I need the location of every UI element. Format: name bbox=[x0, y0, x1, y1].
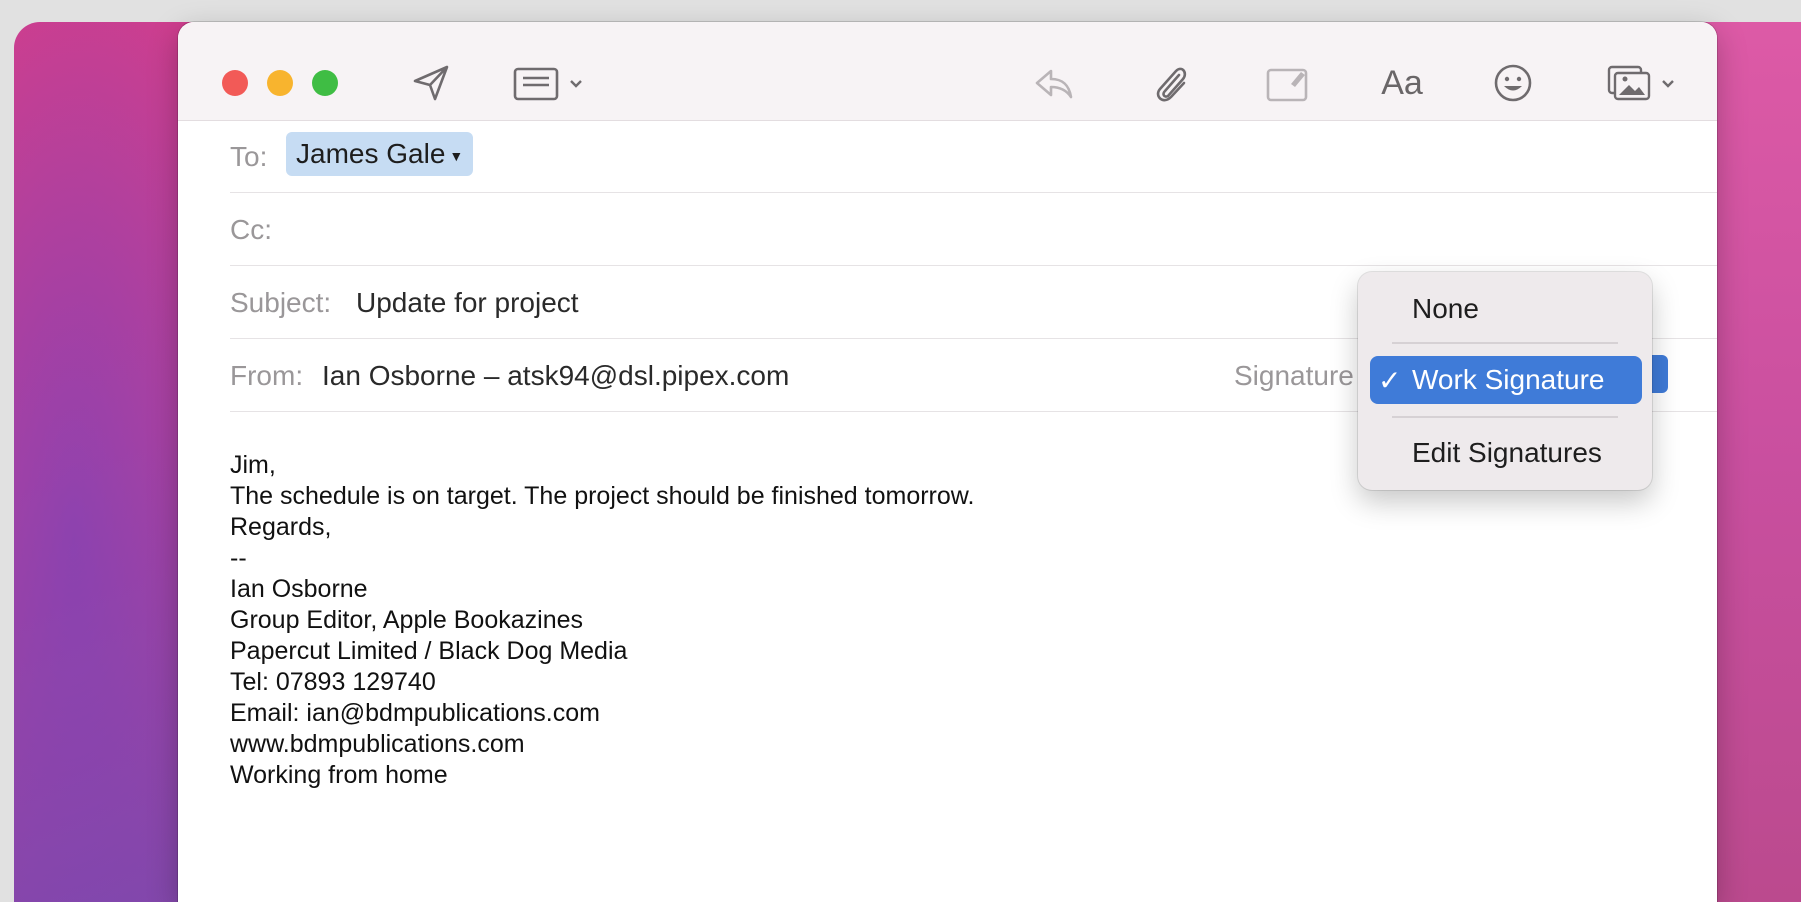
signature-popup-button[interactable] bbox=[1652, 355, 1668, 393]
to-label: To: bbox=[230, 141, 268, 172]
subject-label: Subject: bbox=[230, 287, 332, 318]
menu-item-label: None bbox=[1412, 293, 1479, 324]
signature-menu: None ✓ Work Signature Edit Signatures bbox=[1358, 272, 1652, 490]
attachment-icon[interactable] bbox=[1146, 60, 1196, 106]
message-body[interactable]: Jim, The schedule is on target. The proj… bbox=[230, 450, 1430, 791]
menu-item-work-signature[interactable]: ✓ Work Signature bbox=[1370, 356, 1642, 404]
format-icon[interactable]: Aa bbox=[1374, 60, 1430, 106]
reply-icon[interactable] bbox=[1028, 60, 1078, 106]
body-line: Tel: 07893 129740 bbox=[230, 668, 436, 696]
zoom-button[interactable] bbox=[312, 70, 338, 96]
emoji-icon[interactable] bbox=[1490, 60, 1536, 106]
toolbar: Aa bbox=[178, 22, 1717, 121]
minimize-button[interactable] bbox=[267, 70, 293, 96]
subject-value[interactable]: Update for project bbox=[356, 287, 579, 319]
checkmark-icon: ✓ bbox=[1378, 365, 1402, 396]
menu-item-none[interactable]: None bbox=[1358, 286, 1652, 330]
menu-separator bbox=[1392, 416, 1618, 418]
body-line: Jim, bbox=[230, 451, 276, 479]
cc-field-row[interactable]: Cc: bbox=[230, 193, 1717, 266]
menu-item-edit-signatures[interactable]: Edit Signatures bbox=[1358, 430, 1652, 474]
send-icon[interactable] bbox=[408, 60, 454, 106]
body-line: Ian Osborne bbox=[230, 575, 368, 603]
menu-separator bbox=[1392, 342, 1618, 344]
body-line: Working from home bbox=[230, 761, 448, 789]
body-line: The schedule is on target. The project s… bbox=[230, 482, 975, 510]
cc-label: Cc: bbox=[230, 214, 272, 245]
body-line: Group Editor, Apple Bookazines bbox=[230, 606, 584, 634]
close-button[interactable] bbox=[222, 70, 248, 96]
to-field-row: To: James Gale ▼ bbox=[230, 120, 1717, 193]
recipient-token[interactable]: James Gale ▼ bbox=[286, 132, 474, 176]
body-line: Email: ian@bdmpublications.com bbox=[230, 699, 600, 727]
from-label: From: bbox=[230, 360, 304, 391]
body-line: Papercut Limited / Black Dog Media bbox=[230, 637, 628, 665]
from-value[interactable]: Ian Osborne – atsk94@dsl.pipex.com bbox=[322, 360, 789, 392]
body-line: -- bbox=[230, 544, 247, 572]
menu-item-label: Work Signature bbox=[1412, 364, 1605, 395]
photo-browser-icon[interactable] bbox=[1606, 60, 1686, 106]
menu-item-label: Edit Signatures bbox=[1412, 437, 1602, 468]
body-line: Regards, bbox=[230, 513, 332, 541]
chevron-down-icon: ▼ bbox=[449, 148, 464, 164]
format-label: Aa bbox=[1381, 63, 1423, 102]
signature-label: Signature bbox=[1234, 360, 1354, 391]
header-fields-icon[interactable] bbox=[512, 60, 592, 106]
recipient-name: James Gale bbox=[296, 138, 446, 169]
markup-icon[interactable] bbox=[1263, 60, 1313, 106]
body-line: www.bdmpublications.com bbox=[230, 730, 525, 758]
